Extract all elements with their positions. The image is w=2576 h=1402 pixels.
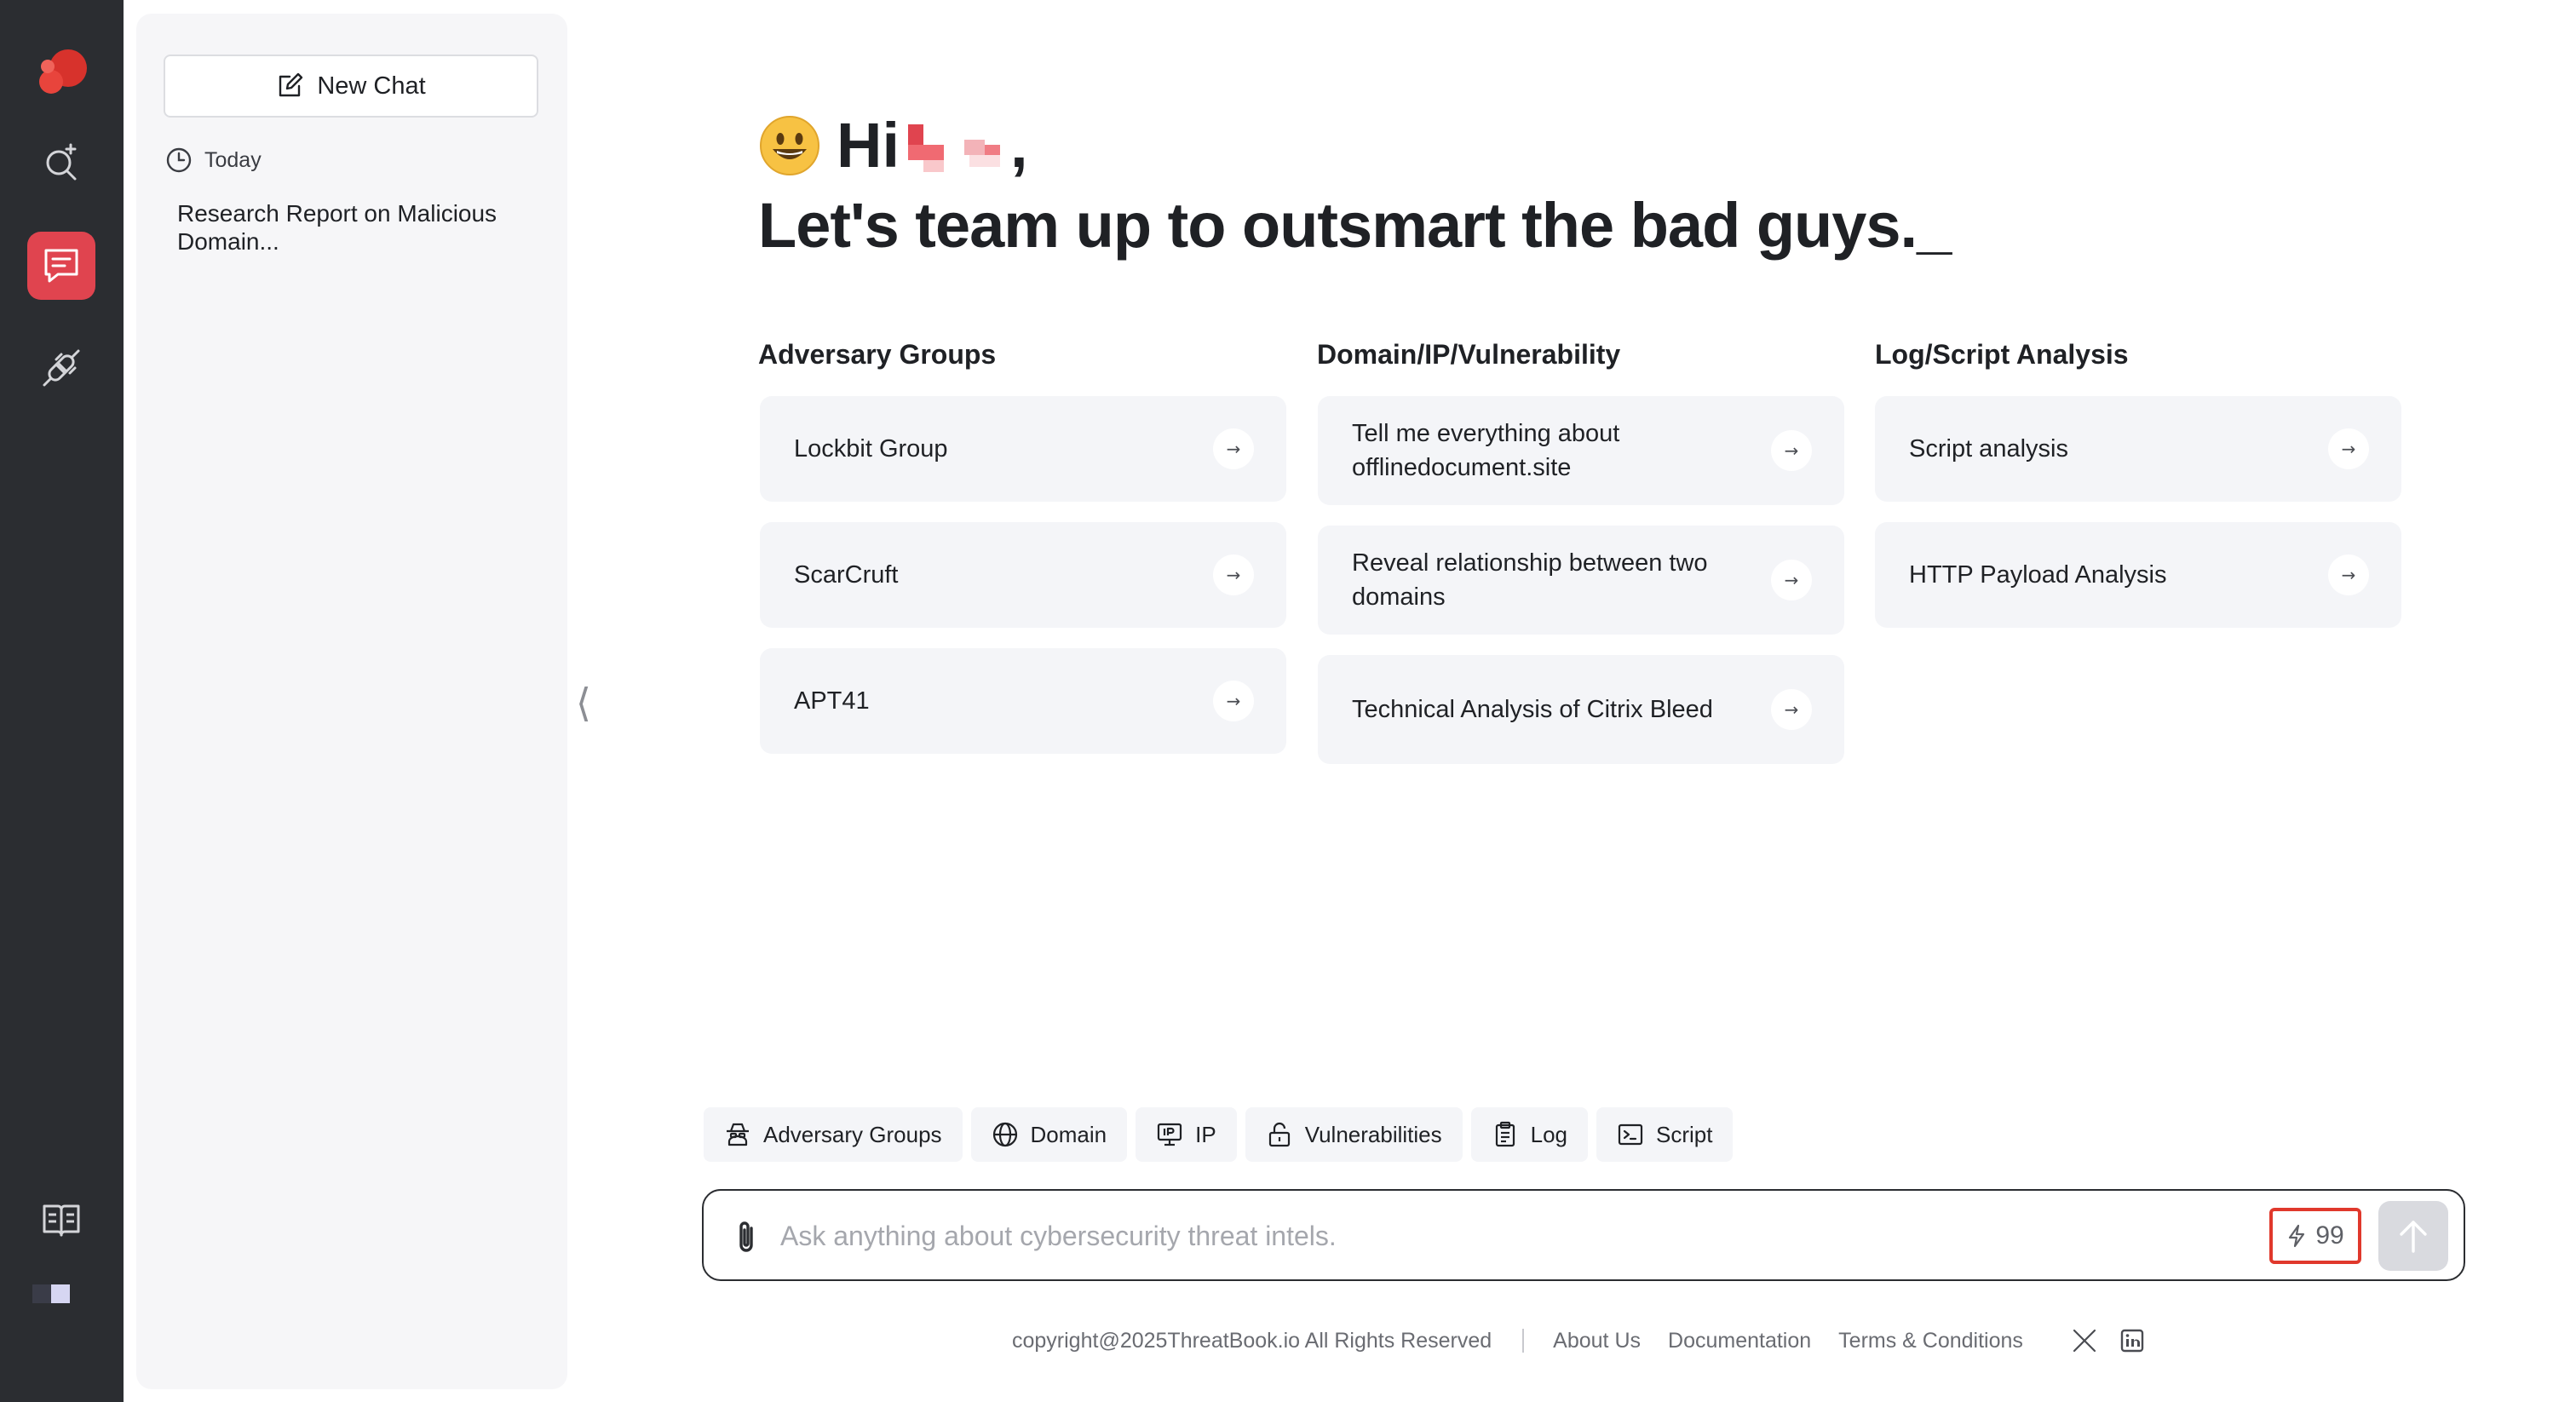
clock-icon [166, 147, 192, 173]
collapse-sidebar-handle[interactable]: ⟨ [576, 681, 596, 724]
arrow-right-icon: → [1771, 689, 1812, 730]
lightning-icon [2289, 1224, 2305, 1248]
suggestion-card-http-payload[interactable]: HTTP Payload Analysis → [1875, 522, 2401, 628]
history-item[interactable]: Research Report on Malicious Domain... [177, 199, 518, 256]
arrow-right-icon: → [1771, 560, 1812, 600]
docs-nav[interactable] [34, 1192, 89, 1247]
arrow-right-icon: → [2328, 554, 2369, 595]
suggestion-card-scarcruft[interactable]: ScarCruft → [760, 522, 1286, 628]
arrow-up-icon [2400, 1221, 2427, 1253]
user-avatar[interactable] [32, 1284, 70, 1305]
clipboard-icon [1495, 1121, 1515, 1147]
greeting: Hi , [758, 109, 1028, 181]
edit-icon [279, 72, 303, 97]
credits-count: 99 [2315, 1221, 2344, 1250]
chip-domain[interactable]: Domain [970, 1107, 1128, 1162]
suggestion-card-offlinedocument[interactable]: Tell me everything about offlinedocument… [1318, 396, 1844, 505]
redacted-username [908, 119, 1010, 172]
chat-input-box: 99 [702, 1189, 2465, 1281]
book-icon [43, 1204, 80, 1237]
history-section-label: Today [204, 147, 262, 172]
chat-nav[interactable] [27, 232, 95, 300]
chat-icon [44, 249, 78, 283]
chip-label: Script [1656, 1121, 1713, 1147]
footer-link-documentation[interactable]: Documentation [1668, 1329, 1811, 1353]
suggestion-label: Reveal relationship between two domains [1352, 549, 1708, 611]
suggestion-label: HTTP Payload Analysis [1909, 561, 2167, 589]
spy-icon [727, 1123, 749, 1146]
suggestion-label: Technical Analysis of Citrix Bleed [1352, 696, 1713, 723]
chip-script[interactable]: Script [1596, 1107, 1734, 1162]
chip-label: IP [1195, 1121, 1216, 1147]
footer-link-terms[interactable]: Terms & Conditions [1838, 1329, 2023, 1353]
history-section-header: Today [165, 147, 262, 174]
arrow-right-icon: → [1213, 428, 1254, 469]
chip-label: Adversary Groups [763, 1121, 942, 1147]
column-title-log-script-analysis: Log/Script Analysis [1875, 339, 2129, 370]
suggestion-card-script-analysis[interactable]: Script analysis → [1875, 396, 2401, 502]
category-chips: Adversary Groups Domain IP Vulnerabiliti… [704, 1107, 1734, 1162]
plug-icon [43, 349, 80, 387]
chat-query-input[interactable] [780, 1211, 2228, 1261]
greeting-comma: , [1010, 110, 1028, 181]
column-title-adversary-groups: Adversary Groups [758, 339, 997, 370]
terminal-icon [1618, 1123, 1643, 1146]
chip-ip[interactable]: IP [1136, 1107, 1237, 1162]
paperclip-icon[interactable] [726, 1216, 767, 1257]
copyright-text: copyright@2025ThreatBook.io All Rights R… [1012, 1328, 1492, 1353]
suggestion-card-apt41[interactable]: APT41 → [760, 648, 1286, 754]
footer-link-about-us[interactable]: About Us [1553, 1329, 1641, 1353]
arrow-right-icon: → [1213, 554, 1254, 595]
linkedin-icon[interactable] [2119, 1327, 2146, 1354]
arrow-right-icon: → [1213, 681, 1254, 721]
globe-icon [992, 1122, 1017, 1147]
send-button[interactable] [2378, 1201, 2448, 1271]
credits-badge[interactable]: 99 [2269, 1208, 2361, 1264]
chip-label: Vulnerabilities [1304, 1121, 1442, 1147]
greeting-hi: Hi [837, 110, 900, 181]
suggestion-card-lockbit-group[interactable]: Lockbit Group → [760, 396, 1286, 502]
x-twitter-icon[interactable] [2071, 1327, 2098, 1354]
smiley-face-icon [760, 115, 819, 175]
footer-divider [1522, 1329, 1525, 1353]
column-title-domain-ip-vulnerability: Domain/IP/Vulnerability [1317, 339, 1621, 370]
arrow-right-icon: → [2328, 428, 2369, 469]
suggestion-label: Lockbit Group [794, 435, 948, 463]
suggestion-card-domain-relationship[interactable]: Reveal relationship between two domains … [1318, 526, 1844, 635]
suggestion-label: APT41 [794, 687, 870, 715]
chip-label: Domain [1030, 1121, 1107, 1147]
ip-monitor-icon [1158, 1123, 1182, 1146]
chip-log[interactable]: Log [1470, 1107, 1588, 1162]
icon-rail [0, 0, 124, 1402]
history-sidebar: New Chat Today Research Report on Malici… [136, 14, 567, 1389]
integrations-nav[interactable] [27, 334, 95, 402]
page-headline: Let's team up to outsmart the bad guys._ [758, 190, 1952, 261]
new-chat-label: New Chat [317, 72, 426, 100]
suggestion-label: Script analysis [1909, 435, 2068, 463]
unlock-icon [1268, 1122, 1290, 1147]
arrow-right-icon: → [1771, 430, 1812, 471]
chip-label: Log [1530, 1121, 1567, 1147]
suggestion-card-citrix-bleed[interactable]: Technical Analysis of Citrix Bleed → [1318, 655, 1844, 764]
footer: copyright@2025ThreatBook.io All Rights R… [1012, 1327, 2146, 1354]
chip-adversary-groups[interactable]: Adversary Groups [704, 1107, 963, 1162]
threat-search-nav[interactable] [27, 128, 95, 196]
suggestion-label: Tell me everything about offlinedocument… [1352, 420, 1620, 481]
chip-vulnerabilities[interactable]: Vulnerabilities [1245, 1107, 1463, 1162]
suggestion-label: ScarCruft [794, 561, 899, 589]
threatbook-logo[interactable] [31, 43, 92, 104]
search-sparkle-icon [46, 143, 77, 181]
new-chat-button[interactable]: New Chat [164, 55, 538, 118]
